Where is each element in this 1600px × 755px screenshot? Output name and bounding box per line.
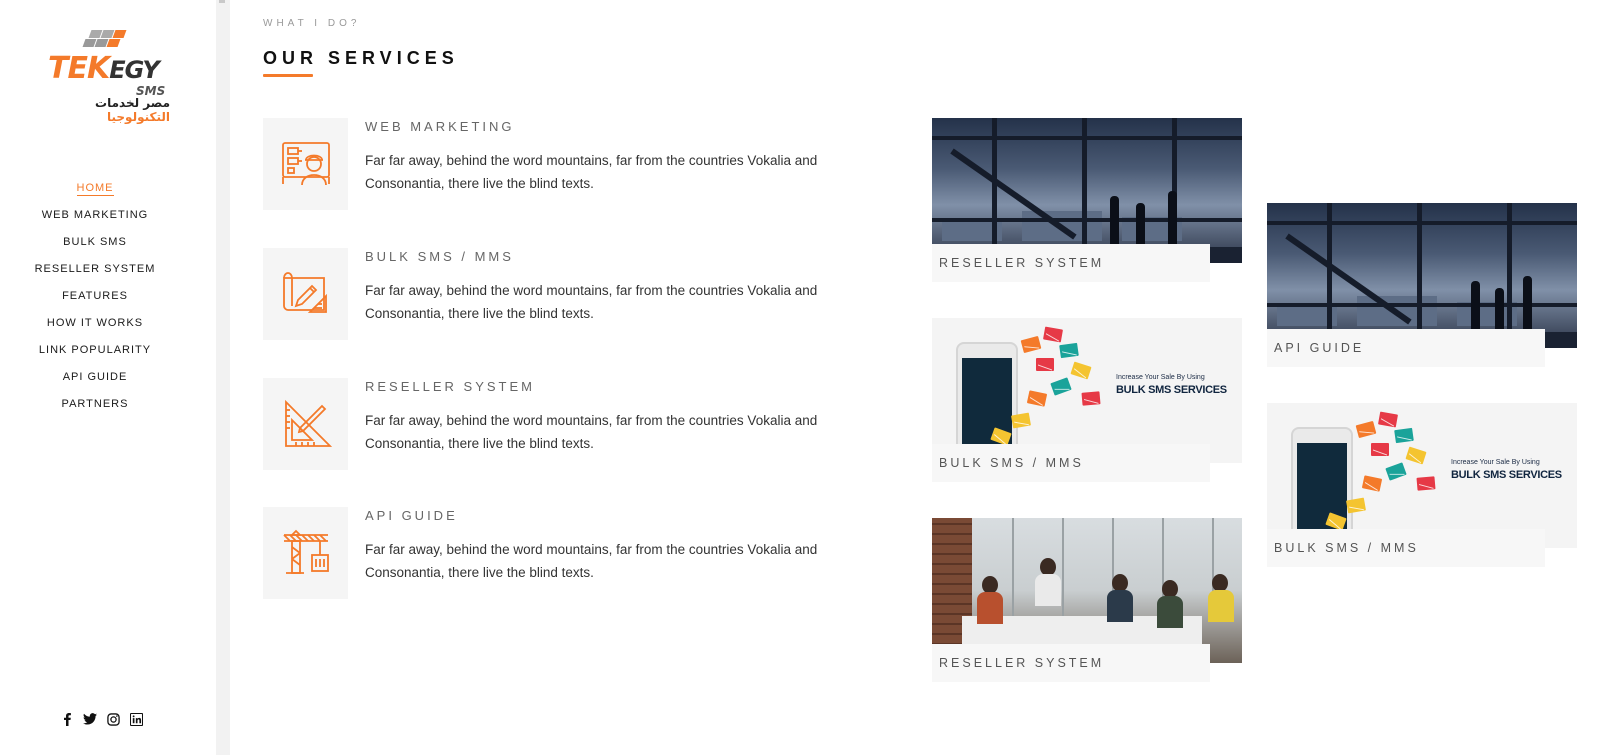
bulk-sms-illustration: Increase Your Sale By Using BULK SMS SER…	[1267, 403, 1577, 548]
engineer-blueprint-icon	[281, 142, 330, 186]
nav-link-partners[interactable]: PARTNERS	[62, 395, 129, 410]
service-item-reseller-system: RESELLER SYSTEM Far far away, behind the…	[263, 378, 863, 478]
service-title: RESELLER SYSTEM	[365, 379, 535, 394]
social-links	[60, 712, 143, 726]
service-title: WEB MARKETING	[365, 119, 515, 134]
nav-link-bulk-sms[interactable]: BULK SMS	[63, 233, 127, 248]
gallery-card-reseller[interactable]: RESELLER SYSTEM	[932, 118, 1242, 283]
service-description: Far far away, behind the word mountains,…	[365, 283, 818, 321]
office-skyline-photo	[932, 118, 1242, 263]
nav-item-web-marketing: WEB MARKETING	[0, 203, 190, 230]
title-underline	[263, 74, 313, 77]
gallery-caption: RESELLER SYSTEM	[932, 244, 1210, 282]
sms-headline-1: Increase Your Sale By Using	[1451, 459, 1540, 466]
nav-item-bulk-sms: BULK SMS	[0, 230, 190, 257]
brand-logo[interactable]: TEKEGY SMS مصر لخدمات التكنولوجيا	[44, 30, 184, 124]
crane-icon	[282, 529, 329, 574]
logo-egy: EGY	[109, 56, 159, 84]
nav-link-link-popularity[interactable]: LINK POPULARITY	[39, 341, 151, 356]
nav-item-features: FEATURES	[0, 284, 190, 311]
nav-item-partners: PARTNERS	[0, 392, 190, 419]
logo-arabic-orange: التكنولوجيا	[107, 110, 170, 124]
service-item-web-marketing: WEB MARKETING Far far away, behind the w…	[263, 118, 863, 218]
office-skyline-photo	[1267, 203, 1577, 348]
gallery-card-bulk-sms[interactable]: Increase Your Sale By Using BULK SMS SER…	[932, 318, 1242, 483]
main-nav: HOME WEB MARKETING BULK SMS RESELLER SYS…	[0, 176, 190, 419]
nav-link-features[interactable]: FEATURES	[62, 287, 128, 302]
logo-arabic: مصر لخدمات التكنولوجيا	[44, 96, 170, 124]
twitter-icon[interactable]	[83, 712, 97, 726]
nav-item-home: HOME	[0, 176, 190, 203]
service-title: API GUIDE	[365, 508, 458, 523]
service-description: Far far away, behind the word mountains,…	[365, 413, 818, 451]
nav-link-web-marketing[interactable]: WEB MARKETING	[42, 206, 149, 221]
nav-item-api-guide: API GUIDE	[0, 365, 190, 392]
logo-tek: TEK	[48, 51, 110, 86]
section-eyebrow: WHAT I DO?	[263, 18, 361, 29]
nav-item-how-it-works: HOW IT WORKS	[0, 311, 190, 338]
ruler-triangle-icon	[284, 399, 332, 447]
gallery-caption: BULK SMS / MMS	[932, 444, 1210, 482]
gallery-card-api-guide[interactable]: API GUIDE	[1267, 203, 1577, 368]
instagram-icon[interactable]	[106, 712, 120, 726]
sms-headline-2: BULK SMS SERVICES	[1116, 384, 1227, 396]
service-icon-box	[263, 507, 348, 599]
gallery-caption: API GUIDE	[1267, 329, 1545, 367]
service-item-bulk-sms: BULK SMS / MMS Far far away, behind the …	[263, 248, 863, 348]
service-title: BULK SMS / MMS	[365, 249, 514, 264]
service-icon-box	[263, 118, 348, 210]
sms-headline-2: BULK SMS SERVICES	[1451, 469, 1562, 481]
facebook-icon[interactable]	[60, 712, 74, 726]
nav-link-api-guide[interactable]: API GUIDE	[63, 368, 128, 383]
scrollbar-cap[interactable]	[219, 0, 225, 3]
service-description: Far far away, behind the word mountains,…	[365, 542, 818, 580]
logo-arabic-black: مصر لخدمات	[95, 96, 170, 110]
sidebar: TEKEGY SMS مصر لخدمات التكنولوجيا HOME W…	[0, 0, 216, 755]
linkedin-icon[interactable]	[129, 712, 143, 726]
nav-link-reseller-system[interactable]: RESELLER SYSTEM	[35, 260, 156, 275]
service-description: Far far away, behind the word mountains,…	[365, 153, 818, 191]
nav-link-how-it-works[interactable]: HOW IT WORKS	[47, 314, 143, 329]
nav-link-home[interactable]: HOME	[76, 179, 114, 196]
gallery-card-bulk-sms-2[interactable]: Increase Your Sale By Using BULK SMS SER…	[1267, 403, 1577, 568]
gallery-caption: RESELLER SYSTEM	[932, 644, 1210, 682]
logo-wordmark: TEKEGY	[48, 51, 160, 87]
bulk-sms-illustration: Increase Your Sale By Using BULK SMS SER…	[932, 318, 1242, 463]
service-icon-box	[263, 378, 348, 470]
sms-headline-1: Increase Your Sale By Using	[1116, 374, 1205, 381]
nav-item-link-popularity: LINK POPULARITY	[0, 338, 190, 365]
sidebar-divider	[216, 0, 230, 755]
section-title: OUR SERVICES	[263, 48, 459, 68]
blueprint-pencil-icon	[282, 272, 327, 313]
nav-item-reseller-system: RESELLER SYSTEM	[0, 257, 190, 284]
service-icon-box	[263, 248, 348, 340]
service-item-api-guide: API GUIDE Far far away, behind the word …	[263, 507, 863, 607]
gallery-caption: BULK SMS / MMS	[1267, 529, 1545, 567]
gallery-card-reseller-team[interactable]: RESELLER SYSTEM	[932, 518, 1242, 683]
team-meeting-photo	[932, 518, 1242, 663]
